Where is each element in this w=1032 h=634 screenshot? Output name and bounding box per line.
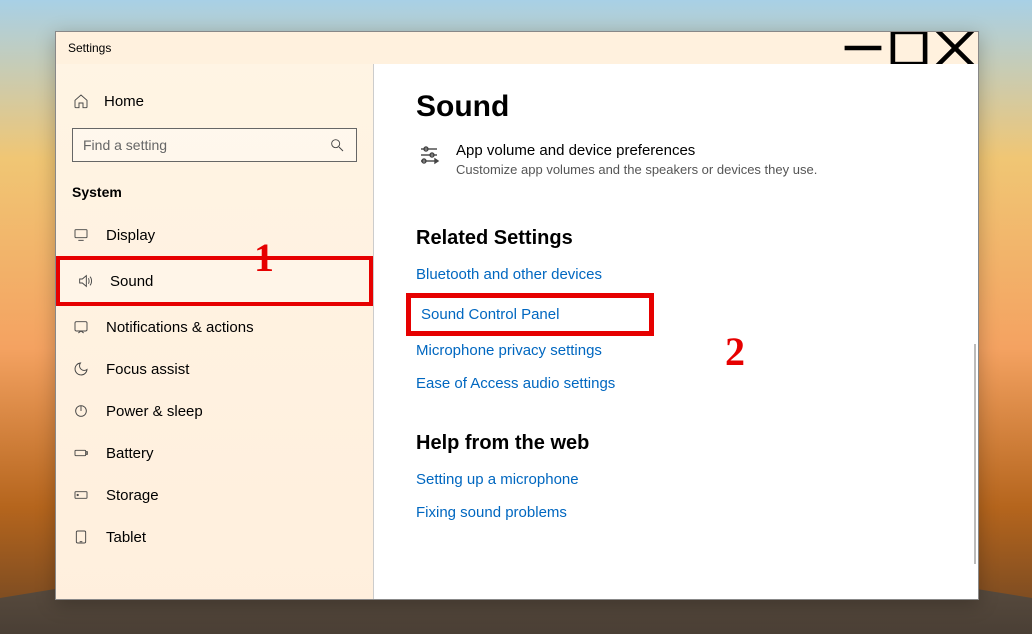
sidebar-item-label: Sound (110, 273, 153, 290)
content-pane: Sound App volume and device preferences … (374, 64, 978, 599)
notifications-icon (72, 318, 90, 336)
sidebar-item-focus-assist[interactable]: Focus assist (56, 348, 373, 390)
focus-icon (72, 360, 90, 378)
sound-icon (76, 272, 94, 290)
annotation-box-2: Sound Control Panel (406, 293, 654, 336)
sidebar-item-label: Storage (106, 487, 159, 504)
sliders-icon (416, 142, 442, 168)
display-icon (72, 226, 90, 244)
link-help-microphone[interactable]: Setting up a microphone (416, 471, 938, 488)
sidebar-item-sound[interactable]: Sound (56, 256, 373, 306)
home-link[interactable]: Home (56, 86, 373, 128)
sidebar: Home System Display Sound Notifications … (56, 64, 374, 599)
maximize-button[interactable] (886, 32, 932, 64)
scroll-indicator[interactable] (974, 344, 976, 564)
link-help-sound-problems[interactable]: Fixing sound problems (416, 504, 938, 521)
annotation-2: 2 (725, 328, 745, 375)
category-label: System (56, 184, 373, 214)
sidebar-item-label: Focus assist (106, 361, 189, 378)
search-icon (328, 136, 346, 154)
sidebar-item-tablet[interactable]: Tablet (56, 516, 373, 558)
home-label: Home (104, 93, 144, 110)
sidebar-item-label: Display (106, 227, 155, 244)
settings-window: Settings Home (55, 31, 979, 600)
link-microphone-privacy[interactable]: Microphone privacy settings (416, 342, 938, 359)
app-volume-preferences[interactable]: App volume and device preferences Custom… (416, 142, 938, 177)
close-button[interactable] (932, 32, 978, 64)
tablet-icon (72, 528, 90, 546)
window-body: Home System Display Sound Notifications … (56, 64, 978, 599)
sidebar-item-storage[interactable]: Storage (56, 474, 373, 516)
window-title: Settings (68, 41, 111, 55)
pref-text: App volume and device preferences Custom… (456, 142, 817, 177)
page-title: Sound (416, 90, 938, 124)
search-input[interactable] (83, 137, 320, 153)
window-title-text: Settings (68, 41, 111, 55)
sidebar-item-power-sleep[interactable]: Power & sleep (56, 390, 373, 432)
sidebar-item-label: Tablet (106, 529, 146, 546)
titlebar: Settings (56, 32, 978, 64)
home-icon (72, 92, 90, 110)
sidebar-item-battery[interactable]: Battery (56, 432, 373, 474)
related-settings-heading: Related Settings (416, 227, 938, 250)
sidebar-item-label: Battery (106, 445, 154, 462)
pref-desc: Customize app volumes and the speakers o… (456, 162, 817, 177)
link-bluetooth-devices[interactable]: Bluetooth and other devices (416, 266, 938, 283)
annotation-1: 1 (254, 234, 274, 281)
minimize-button[interactable] (840, 32, 886, 64)
battery-icon (72, 444, 90, 462)
sidebar-item-notifications[interactable]: Notifications & actions (56, 306, 373, 348)
sidebar-item-label: Power & sleep (106, 403, 203, 420)
storage-icon (72, 486, 90, 504)
link-ease-of-access-audio[interactable]: Ease of Access audio settings (416, 375, 938, 392)
search-box[interactable] (72, 128, 357, 162)
link-sound-control-panel[interactable]: Sound Control Panel (421, 306, 559, 323)
power-icon (72, 402, 90, 420)
help-heading: Help from the web (416, 432, 938, 455)
sidebar-item-label: Notifications & actions (106, 319, 254, 336)
sidebar-item-display[interactable]: Display (56, 214, 373, 256)
window-controls (840, 32, 978, 64)
pref-title: App volume and device preferences (456, 142, 817, 159)
